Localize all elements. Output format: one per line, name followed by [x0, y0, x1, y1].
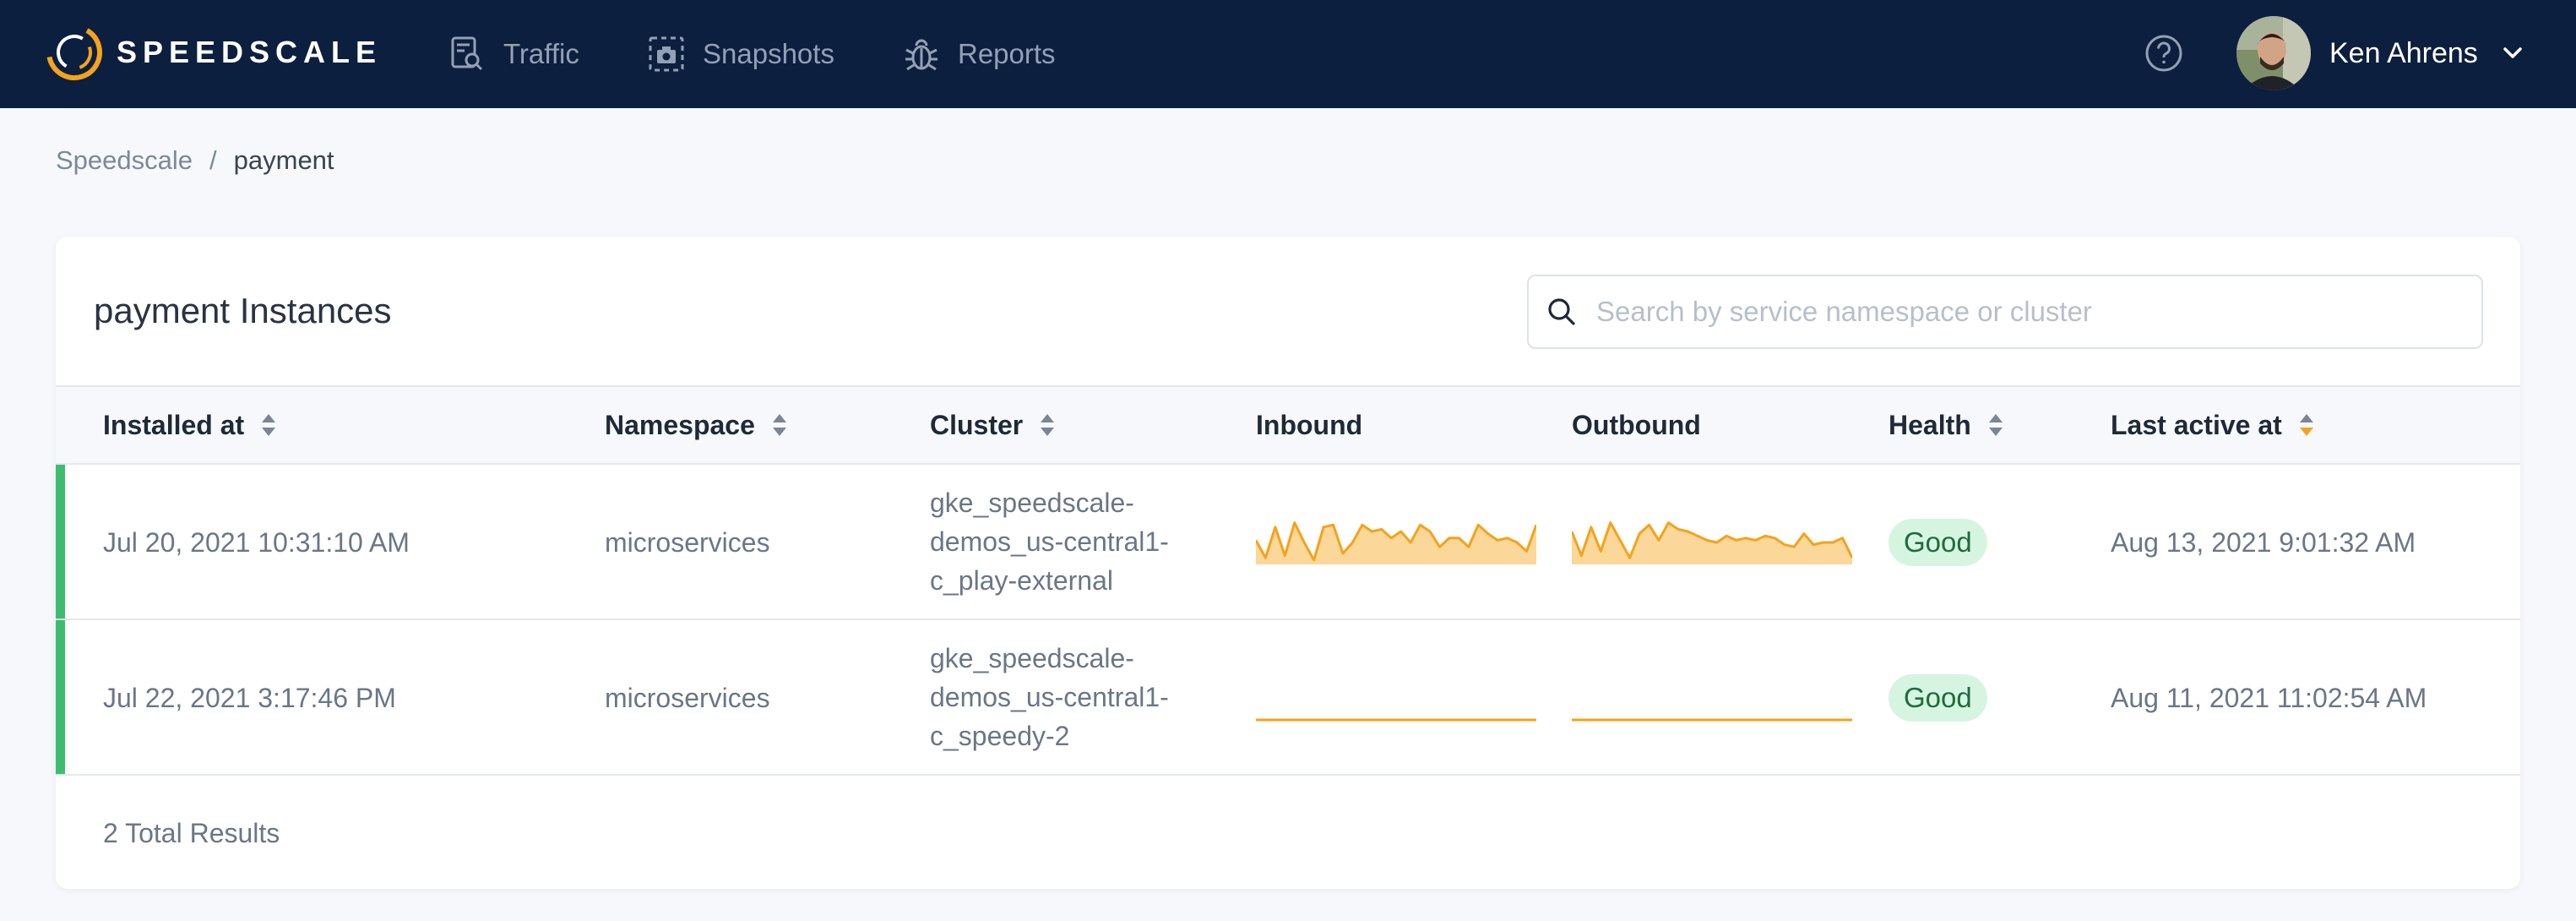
cluster-line: c_play-external: [930, 565, 1113, 596]
cluster-line: c_speedy-2: [930, 721, 1070, 751]
nav-snapshots-label: Snapshots: [703, 38, 834, 69]
health-indicator-bar: [56, 465, 65, 619]
cluster-cell: gke_speedscale- demos_us-central1- c_spe…: [930, 639, 1200, 755]
cluster-line: demos_us-central1-: [930, 526, 1169, 557]
help-icon[interactable]: [2143, 32, 2185, 74]
column-label: Last active at: [2111, 409, 2282, 440]
brand-name: SPEEDSCALE: [117, 35, 383, 69]
speedscale-logo-icon: [46, 25, 102, 80]
column-header-namespace[interactable]: Namespace: [605, 387, 789, 463]
nav-reports-link[interactable]: Reports: [902, 30, 1056, 78]
column-header-inbound: Inbound: [1256, 387, 1362, 463]
health-badge: Good: [1889, 674, 1987, 722]
installed-at-cell: Jul 20, 2021 10:31:10 AM: [103, 527, 410, 558]
health-cell: Good: [1889, 620, 1987, 776]
page-title: payment Instances: [94, 291, 392, 330]
health-badge: Good: [1889, 519, 1987, 566]
cluster-cell: gke_speedscale- demos_us-central1- c_pla…: [930, 483, 1200, 600]
top-navbar: SPEEDSCALE Traffic Snapshots Reports Ken…: [0, 0, 2576, 108]
search-box[interactable]: [1527, 275, 2483, 349]
health-cell: Good: [1889, 465, 1987, 620]
sort-icon: [262, 414, 276, 436]
sort-icon: [772, 414, 786, 436]
column-label: Inbound: [1256, 409, 1363, 440]
sort-icon: [1041, 414, 1055, 436]
nav-traffic-label: Traffic: [503, 38, 579, 69]
sort-icon-active: [2299, 414, 2313, 436]
last-active-cell: Aug 11, 2021 11:02:54 AM: [2111, 683, 2427, 713]
user-name: Ken Ahrens: [2329, 36, 2478, 69]
inbound-sparkline: [1256, 718, 1536, 722]
sort-icon: [1988, 414, 2003, 436]
column-label: Health: [1889, 409, 1971, 440]
column-header-installed-at[interactable]: Installed at: [103, 387, 278, 463]
brand-logo-link[interactable]: SPEEDSCALE: [46, 24, 382, 81]
cluster-line: gke_speedscale-: [930, 643, 1134, 673]
cluster-line: demos_us-central1-: [930, 682, 1169, 712]
nav-traffic-link[interactable]: Traffic: [448, 30, 579, 78]
column-label: Outbound: [1572, 409, 1701, 440]
snapshot-camera-icon: [649, 36, 684, 72]
installed-at-cell: Jul 22, 2021 3:17:46 PM: [103, 683, 396, 713]
outbound-sparkline: [1572, 521, 1852, 564]
namespace-cell: microservices: [605, 527, 770, 558]
health-indicator-bar: [56, 620, 65, 774]
chevron-down-icon: [2503, 47, 2522, 58]
traffic-icon: [451, 36, 483, 71]
namespace-cell: microservices: [605, 683, 770, 713]
user-menu[interactable]: Ken Ahrens: [2236, 15, 2525, 91]
search-input[interactable]: [1596, 296, 2475, 328]
avatar-photo-icon: [2236, 16, 2311, 90]
column-header-outbound: Outbound: [1572, 387, 1701, 463]
nav-reports-label: Reports: [958, 38, 1056, 69]
instances-card: payment Instances Installed at Namespace…: [56, 237, 2520, 889]
bug-icon: [905, 39, 937, 71]
breadcrumb: Speedscale / payment: [56, 145, 334, 176]
table-header: Installed at Namespace Cluster Inbound O…: [56, 385, 2520, 465]
search-icon: [1548, 298, 1575, 325]
last-active-cell: Aug 13, 2021 9:01:32 AM: [2111, 527, 2416, 558]
breadcrumb-root-link[interactable]: Speedscale: [56, 145, 193, 176]
user-avatar: [2236, 16, 2311, 90]
column-header-last-active-at[interactable]: Last active at: [2111, 387, 2316, 463]
total-results: 2 Total Results: [103, 818, 280, 848]
table-row[interactable]: Jul 20, 2021 10:31:10 AM microservices g…: [56, 465, 2520, 620]
column-header-cluster[interactable]: Cluster: [930, 387, 1057, 463]
column-label: Cluster: [930, 409, 1024, 440]
inbound-sparkline: [1256, 521, 1536, 564]
outbound-sparkline: [1572, 718, 1852, 722]
column-label: Installed at: [103, 409, 245, 440]
column-header-health[interactable]: Health: [1889, 387, 2005, 463]
cluster-line: gke_speedscale-: [930, 488, 1134, 518]
table-row[interactable]: Jul 22, 2021 3:17:46 PM microservices gk…: [56, 620, 2520, 776]
breadcrumb-current: payment: [233, 145, 334, 175]
column-label: Namespace: [605, 409, 755, 440]
breadcrumb-separator: /: [209, 145, 217, 175]
nav-snapshots-link[interactable]: Snapshots: [647, 30, 834, 78]
